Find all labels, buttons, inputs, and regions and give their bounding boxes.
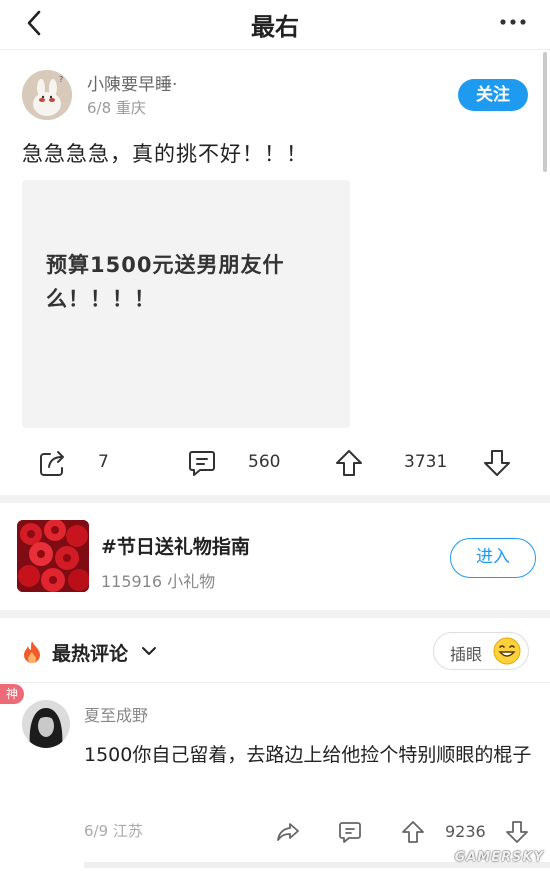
roses-image bbox=[17, 520, 89, 592]
fire-icon bbox=[24, 641, 40, 663]
top-nav-bar: 最右 bbox=[0, 0, 550, 50]
post-meta: 6/8 重庆 bbox=[87, 99, 146, 117]
card-text: 预算1500元送男朋友什么！！！！ bbox=[46, 253, 285, 311]
author-name[interactable]: 小陳要早睡· bbox=[87, 70, 177, 95]
avatar-image bbox=[22, 700, 70, 748]
section-divider bbox=[0, 610, 550, 618]
text-card[interactable]: 预算1500元送男朋友什么！！！！ bbox=[22, 180, 350, 428]
author-avatar[interactable]: ? bbox=[22, 70, 72, 120]
grin-emoji-icon bbox=[493, 637, 521, 665]
page-title: 最右 bbox=[251, 13, 299, 41]
insert-label: 插眼 bbox=[450, 645, 483, 664]
topic-title[interactable]: #节日送礼物指南 bbox=[101, 532, 250, 559]
bookmark-insert-button[interactable]: 插眼 bbox=[433, 632, 529, 670]
comment-count: 560 bbox=[248, 452, 281, 472]
watermark-logo: GAMERSKY bbox=[454, 850, 544, 865]
comment-downvote-icon[interactable] bbox=[505, 820, 529, 844]
upvote-icon[interactable] bbox=[334, 448, 364, 478]
scrollbar[interactable] bbox=[543, 52, 547, 172]
comment-upvote-count: 9236 bbox=[445, 822, 486, 841]
comment-meta: 6/9 江苏 bbox=[84, 822, 143, 840]
avatar-image: ? bbox=[22, 70, 72, 120]
divider-line bbox=[0, 682, 550, 683]
topic-subtitle: 115916 小礼物 bbox=[101, 572, 216, 591]
more-horizontal-icon[interactable] bbox=[498, 12, 528, 32]
god-comment-badge: 神 bbox=[0, 684, 24, 704]
comment-icon[interactable] bbox=[187, 448, 217, 478]
share-icon[interactable] bbox=[38, 448, 68, 478]
commenter-name[interactable]: 夏至成野 bbox=[84, 702, 148, 726]
follow-button[interactable]: 关注 bbox=[458, 79, 528, 111]
comment-text: 1500你自己留着，去路边上给他捡个特别顺眼的棍子 bbox=[84, 744, 532, 766]
comment-sort-label[interactable]: 最热评论 bbox=[52, 639, 128, 666]
downvote-icon[interactable] bbox=[482, 448, 512, 478]
share-arrow-icon[interactable] bbox=[276, 820, 300, 844]
upvote-count: 3731 bbox=[404, 452, 448, 472]
post-text: 急急急急，真的挑不好！！！ bbox=[22, 142, 308, 166]
share-count: 7 bbox=[98, 452, 109, 472]
reply-icon[interactable] bbox=[338, 820, 362, 844]
commenter-avatar[interactable] bbox=[22, 700, 70, 748]
enter-topic-button[interactable]: 进入 bbox=[450, 538, 536, 578]
svg-text:?: ? bbox=[59, 75, 63, 84]
chevron-down-icon[interactable] bbox=[141, 645, 157, 657]
topic-thumbnail[interactable] bbox=[17, 520, 89, 592]
section-divider bbox=[0, 495, 550, 503]
comment-upvote-icon[interactable] bbox=[401, 820, 425, 844]
